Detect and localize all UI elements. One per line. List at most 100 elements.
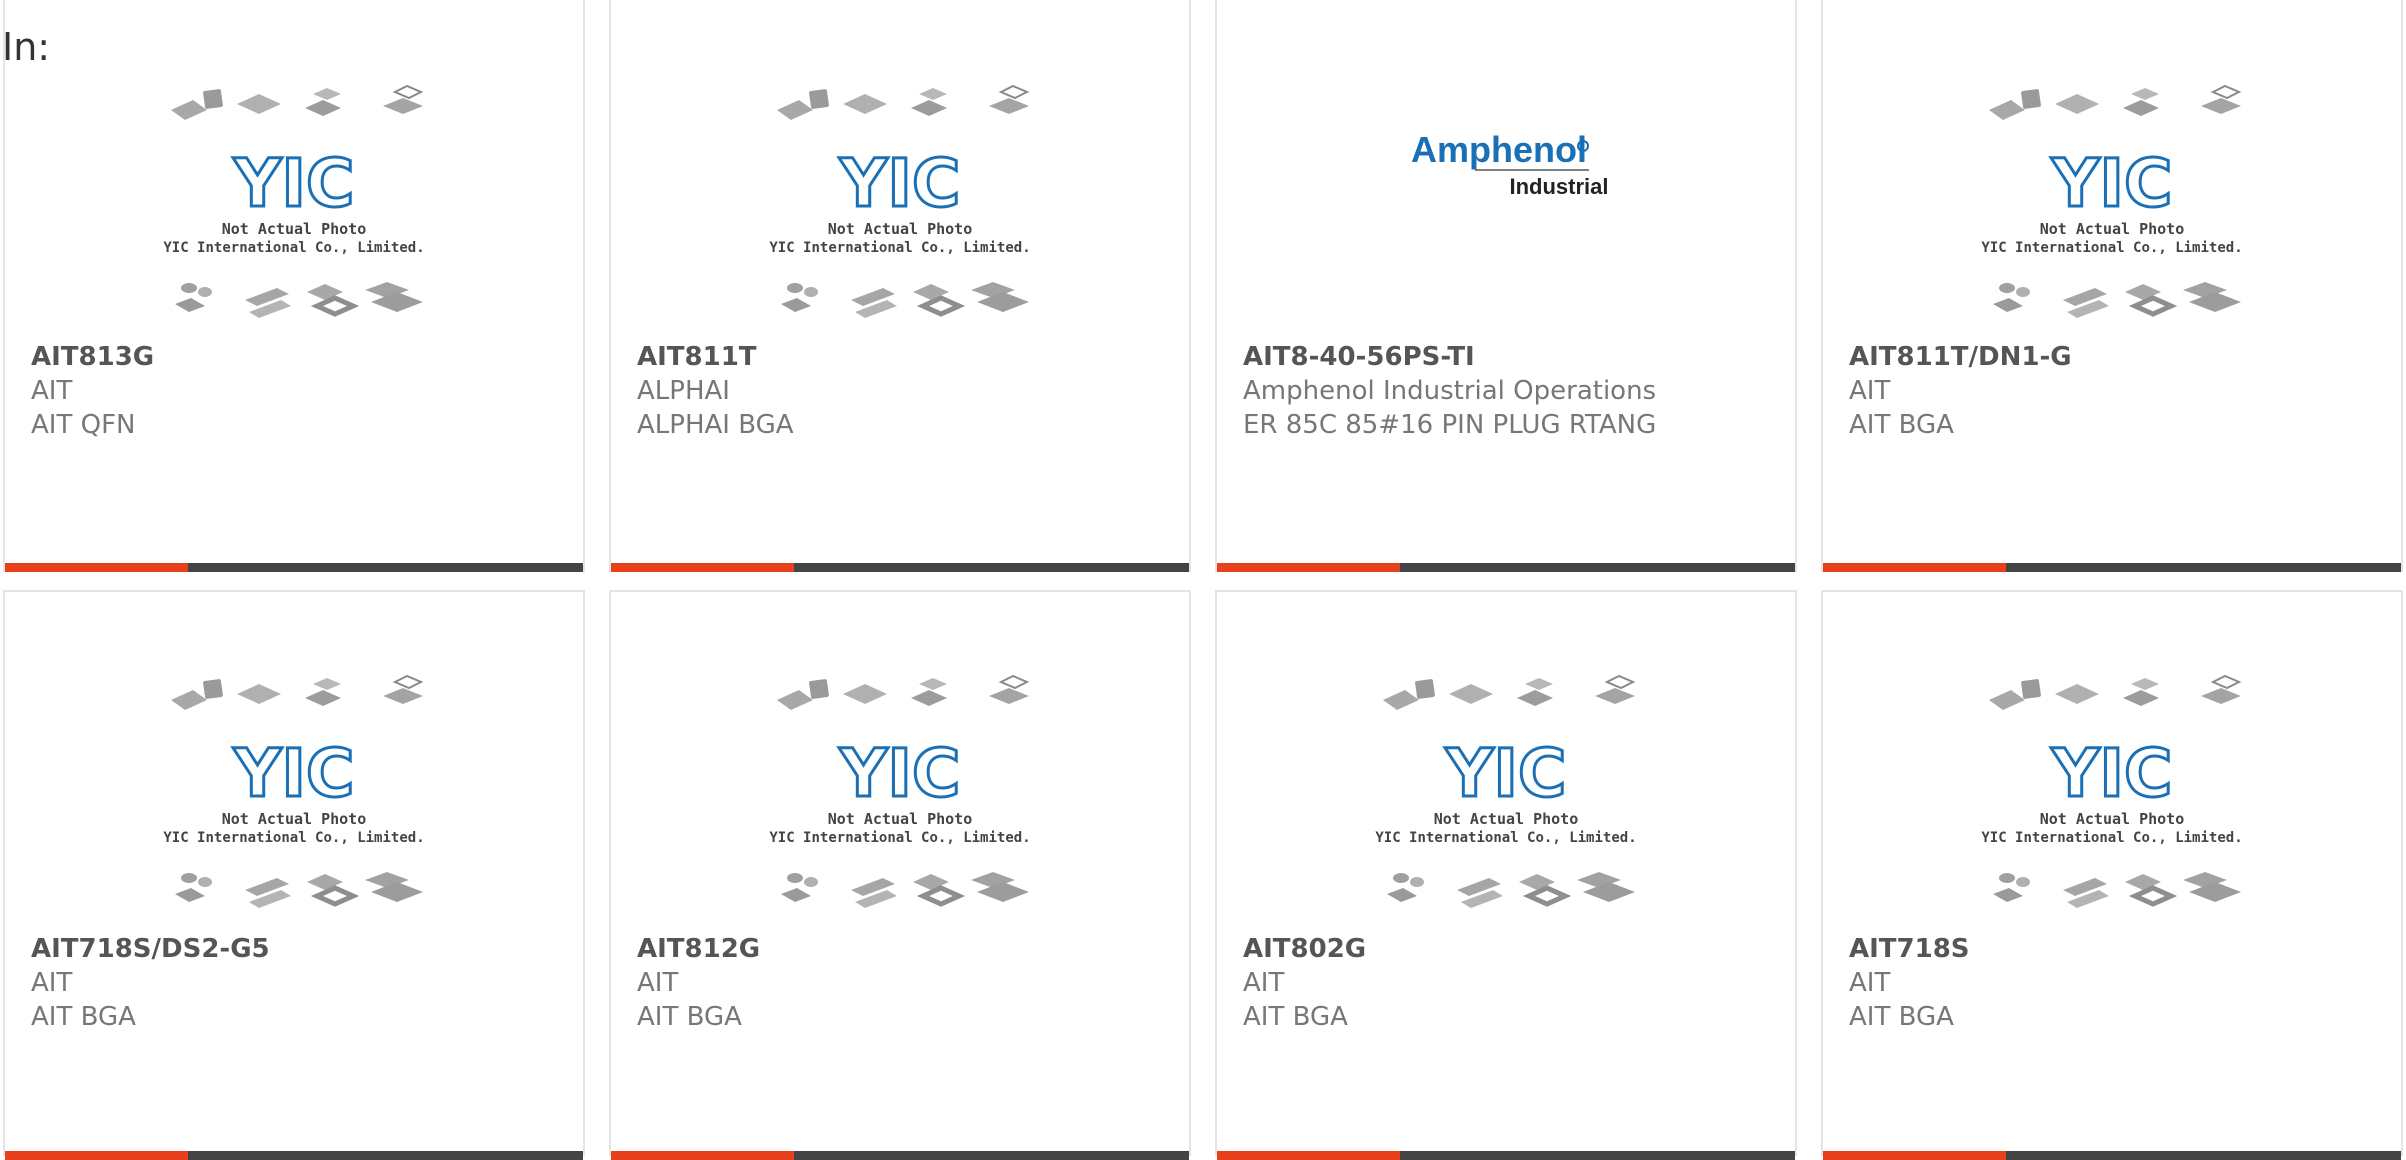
placeholder-image: YICNot Actual Photo YIC International Co.… bbox=[163, 85, 429, 332]
manufacturer: ALPHAI bbox=[637, 376, 730, 406]
part-number[interactable]: AIT812G bbox=[637, 932, 1177, 966]
manufacturer: Amphenol Industrial Operations bbox=[1243, 376, 1657, 406]
card-bar bbox=[611, 563, 1189, 572]
product-info: AIT718S AIT AIT BGA bbox=[1849, 932, 2389, 1034]
manufacturer: AIT bbox=[31, 376, 73, 406]
part-number[interactable]: AIT813G bbox=[31, 340, 571, 374]
placeholder-image: YICNot Actual Photo YIC International Co.… bbox=[769, 675, 1035, 922]
product-info: AIT811T ALPHAI ALPHAI BGA bbox=[637, 340, 1177, 442]
card-bar-accent bbox=[1217, 563, 1400, 572]
placeholder-line2: YIC International Co., Limited. bbox=[1981, 240, 2242, 256]
description: AIT BGA bbox=[31, 1002, 136, 1032]
product-info: AIT718S/DS2-G5 AIT AIT BGA bbox=[31, 932, 571, 1034]
placeholder-image: YICNot Actual Photo YIC International Co.… bbox=[1375, 675, 1641, 922]
part-number[interactable]: AIT811T bbox=[637, 340, 1177, 374]
placeholder-image: YICNot Actual Photo YIC International Co.… bbox=[1981, 85, 2247, 332]
product-image: YIC Not Actual Photo YIC International Co.… bbox=[1823, 672, 2401, 922]
card-bar-accent bbox=[1823, 563, 2006, 572]
description: ALPHAI BGA bbox=[637, 410, 794, 440]
placeholder-line1: Not Actual Photo bbox=[828, 220, 973, 238]
product-info: AIT812G AIT AIT BGA bbox=[637, 932, 1177, 1034]
product-card[interactable]: YIC Not Actual Photo YIC International Co.… bbox=[1821, 590, 2403, 1160]
placeholder-line2: YIC International Co., Limited. bbox=[769, 240, 1030, 256]
product-card[interactable]: YIC Not Actual Photo YIC International Co.… bbox=[3, 0, 585, 572]
card-bar bbox=[5, 563, 583, 572]
part-number[interactable]: AIT718S bbox=[1849, 932, 2389, 966]
manufacturer: AIT bbox=[1849, 968, 1891, 998]
chip-packages-icon bbox=[1382, 675, 1636, 711]
in-label: In: bbox=[2, 25, 51, 69]
yic-logo: YIC bbox=[2051, 145, 2173, 222]
product-image: YIC Not Actual Photo YIC International Co.… bbox=[1217, 672, 1795, 922]
chip-packages-icon bbox=[776, 85, 1030, 121]
chip-packages-icon bbox=[781, 282, 1029, 318]
manufacturer: AIT bbox=[31, 968, 73, 998]
chip-packages-icon bbox=[170, 85, 424, 121]
part-number[interactable]: AIT802G bbox=[1243, 932, 1783, 966]
description: ER 85C 85#16 PIN PLUG RTANG bbox=[1243, 410, 1657, 440]
chip-packages-icon bbox=[1387, 872, 1635, 908]
yic-logo: YIC bbox=[839, 145, 961, 222]
description: AIT BGA bbox=[637, 1002, 742, 1032]
manufacturer: AIT bbox=[1849, 376, 1891, 406]
chip-packages-icon bbox=[1993, 282, 2241, 318]
card-bar bbox=[1823, 563, 2401, 572]
placeholder-line1: Not Actual Photo bbox=[222, 220, 367, 238]
product-image: YIC Not Actual Photo YIC International Co.… bbox=[5, 672, 583, 922]
yic-logo: YIC bbox=[233, 145, 355, 222]
product-card[interactable]: Amphenol Industrial AIT8-40-56PS-TI Amphe… bbox=[1215, 0, 1797, 572]
chip-packages-icon bbox=[170, 675, 424, 711]
part-number[interactable]: AIT8-40-56PS-TI bbox=[1243, 340, 1783, 374]
chip-packages-icon bbox=[1988, 675, 2242, 711]
placeholder-line2: YIC International Co., Limited. bbox=[163, 240, 424, 256]
product-info: AIT811T/DN1-G AIT AIT BGA bbox=[1849, 340, 2389, 442]
chip-packages-icon bbox=[781, 872, 1029, 908]
chip-packages-icon bbox=[1993, 872, 2241, 908]
product-card[interactable]: YIC Not Actual Photo YIC International Co.… bbox=[609, 0, 1191, 572]
part-number[interactable]: AIT718S/DS2-G5 bbox=[31, 932, 571, 966]
manufacturer: AIT bbox=[637, 968, 679, 998]
yic-logo: YIC bbox=[2051, 735, 2173, 812]
product-card[interactable]: YIC Not Actual Photo YIC International Co.… bbox=[3, 590, 585, 1160]
card-bar bbox=[1217, 563, 1795, 572]
product-image: YIC Not Actual Photo YIC International Co.… bbox=[5, 82, 583, 332]
product-info: AIT813G AIT AIT QFN bbox=[31, 340, 571, 442]
placeholder-line1: Not Actual Photo bbox=[2040, 810, 2185, 828]
placeholder-line1: Not Actual Photo bbox=[222, 810, 367, 828]
chip-packages-icon bbox=[175, 282, 423, 318]
chip-packages-icon bbox=[776, 675, 1030, 711]
brand-logo-image: Amphenol Industrial bbox=[1411, 129, 1609, 199]
product-info: AIT802G AIT AIT BGA bbox=[1243, 932, 1783, 1034]
placeholder-line2: YIC International Co., Limited. bbox=[163, 830, 424, 846]
placeholder-image: YICNot Actual Photo YIC International Co.… bbox=[163, 675, 429, 922]
part-number[interactable]: AIT811T/DN1-G bbox=[1849, 340, 2389, 374]
placeholder-line1: Not Actual Photo bbox=[828, 810, 973, 828]
placeholder-image: YICNot Actual Photo YIC International Co.… bbox=[769, 85, 1035, 332]
description: AIT QFN bbox=[31, 410, 136, 440]
product-grid: YIC Not Actual Photo YIC International Co.… bbox=[3, 0, 2403, 1160]
manufacturer: AIT bbox=[1243, 968, 1285, 998]
placeholder-line1: Not Actual Photo bbox=[1434, 810, 1579, 828]
chip-packages-icon bbox=[1988, 85, 2242, 121]
placeholder-image: YICNot Actual Photo YIC International Co.… bbox=[1981, 675, 2247, 922]
placeholder-line2: YIC International Co., Limited. bbox=[1375, 830, 1636, 846]
card-bar-accent bbox=[611, 563, 794, 572]
yic-logo: YIC bbox=[839, 735, 961, 812]
yic-logo: YIC bbox=[1445, 735, 1567, 812]
placeholder-line1: Not Actual Photo bbox=[2040, 220, 2185, 238]
yic-logo: YIC bbox=[233, 735, 355, 812]
description: AIT BGA bbox=[1243, 1002, 1348, 1032]
card-bar-accent bbox=[5, 563, 188, 572]
placeholder-line2: YIC International Co., Limited. bbox=[769, 830, 1030, 846]
product-image: Amphenol Industrial bbox=[1217, 82, 1795, 332]
placeholder-line2: YIC International Co., Limited. bbox=[1981, 830, 2242, 846]
product-image: YIC Not Actual Photo YIC International Co.… bbox=[611, 82, 1189, 332]
product-card[interactable]: YIC Not Actual Photo YIC International Co.… bbox=[609, 590, 1191, 1160]
product-card[interactable]: YIC Not Actual Photo YIC International Co.… bbox=[1215, 590, 1797, 1160]
description: AIT BGA bbox=[1849, 410, 1954, 440]
description: AIT BGA bbox=[1849, 1002, 1954, 1032]
brand-sub: Industrial bbox=[1509, 174, 1608, 199]
chip-packages-icon bbox=[175, 872, 423, 908]
product-image: YIC Not Actual Photo YIC International Co.… bbox=[1823, 82, 2401, 332]
product-card[interactable]: YIC Not Actual Photo YIC International Co.… bbox=[1821, 0, 2403, 572]
